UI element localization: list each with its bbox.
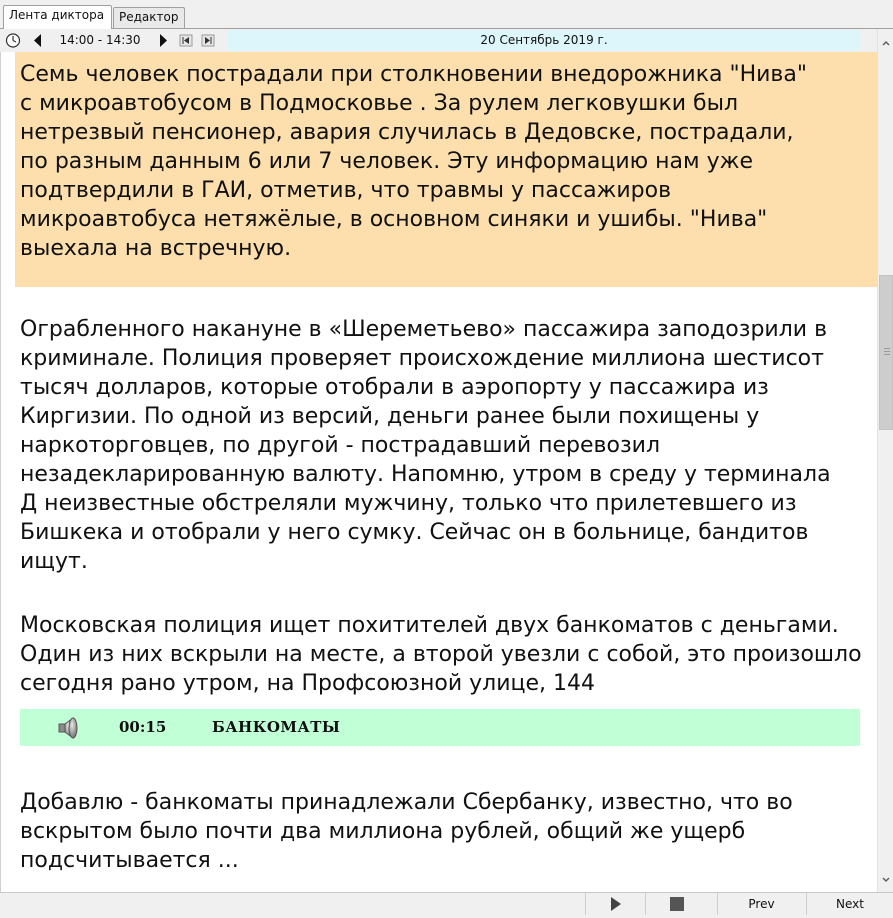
bottom-bar: Prev Next [0, 892, 893, 915]
news-item[interactable]: Московская полиция ищет похитителей двух… [1, 576, 877, 698]
clock-icon[interactable] [4, 32, 22, 49]
news-text: Ограбленного накануне в «Шереметьево» па… [20, 317, 831, 574]
news-item-highlighted[interactable]: Семь человек пострадали при столкновении… [15, 52, 877, 287]
play-icon [610, 897, 621, 911]
last-page-icon[interactable] [201, 32, 215, 49]
news-item[interactable]: Ограбленного накануне в «Шереметьево» па… [1, 287, 877, 576]
tab-announcer-feed[interactable]: Лента диктора [3, 5, 112, 29]
next-button[interactable]: Next [806, 893, 893, 915]
time-range: 14:00 - 14:30 [59, 33, 141, 47]
vertical-scrollbar[interactable] [877, 29, 893, 892]
news-text: Семь человек пострадали при столкновении… [20, 62, 807, 261]
stop-icon [670, 897, 684, 911]
first-page-icon[interactable] [179, 32, 193, 49]
news-text: Добавлю - банкоматы принадлежали Сбербан… [20, 790, 793, 873]
announcer-feed[interactable]: Семь человек пострадали при столкновении… [0, 52, 877, 892]
previous-period-icon[interactable] [29, 32, 47, 49]
audio-time: 00:15 [119, 718, 167, 736]
audio-label: БАНКОМАТЫ [212, 718, 341, 736]
toolbar: 14:00 - 14:30 20 Сентябрь 2019 г. [0, 29, 893, 52]
scroll-up-icon[interactable] [880, 37, 892, 49]
play-button[interactable] [585, 893, 645, 915]
speaker-icon[interactable] [56, 716, 82, 740]
date-display: 20 Сентябрь 2019 г. [228, 30, 860, 51]
next-period-icon[interactable] [154, 32, 172, 49]
stop-button[interactable] [645, 893, 708, 915]
audio-clip-bar[interactable]: 00:15 БАНКОМАТЫ [20, 709, 860, 746]
scroll-down-icon[interactable] [880, 874, 892, 886]
news-text: Московская полиция ищет похитителей двух… [20, 613, 862, 696]
scrollbar-thumb[interactable] [879, 275, 893, 430]
news-item[interactable]: Добавлю - банкоматы принадлежали Сбербан… [1, 746, 877, 875]
prev-button[interactable]: Prev [717, 893, 805, 915]
tab-editor[interactable]: Редактор [113, 7, 185, 28]
tab-bar: Лента диктора Редактор [0, 0, 893, 29]
